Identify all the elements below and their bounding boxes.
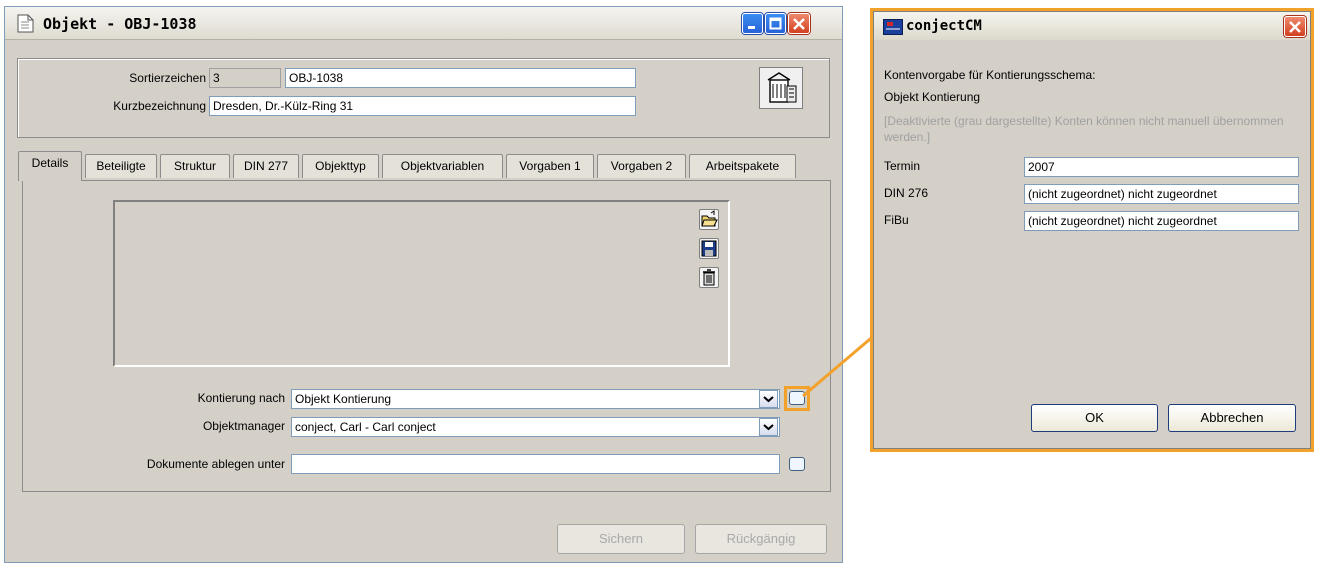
title-bar[interactable]: Objekt - OBJ-1038 — [5, 7, 842, 40]
dialog-schema-name: Objekt Kontierung — [884, 90, 981, 104]
ok-button[interactable]: OK — [1031, 404, 1158, 432]
dialog-title-bar[interactable]: conjectCM — [874, 12, 1310, 40]
app-icon — [883, 19, 903, 35]
chevron-down-icon — [763, 396, 774, 403]
objektmanager-select[interactable]: conject, Carl - Carl conject — [291, 417, 780, 437]
cancel-button[interactable]: Abbrechen — [1168, 404, 1296, 432]
dialog-close-button[interactable] — [1284, 16, 1306, 37]
connector-line — [802, 332, 877, 398]
sortier-label: Sortierzeichen — [129, 71, 206, 85]
kurz-field[interactable]: Dresden, Dr.-Külz-Ring 31 — [209, 96, 636, 116]
fibu-label: FiBu — [884, 213, 909, 227]
header-group: Sortierzeichen 3 OBJ-1038 Kurzbezeichnun… — [17, 58, 830, 138]
dokumente-browse-button[interactable] — [789, 457, 805, 471]
minimize-button[interactable] — [742, 13, 763, 34]
open-image-button[interactable] — [699, 209, 719, 230]
tab-beteiligte[interactable]: Beteiligte — [85, 154, 157, 178]
sortier-field[interactable]: 3 — [209, 68, 281, 88]
fibu-field[interactable]: (nicht zugeordnet) nicht zugeordnet — [1024, 211, 1299, 231]
image-area — [113, 200, 730, 367]
termin-label: Termin — [884, 159, 921, 173]
undo-button[interactable]: Rückgängig — [695, 524, 827, 554]
chevron-down-icon — [763, 424, 774, 431]
tab-vorgaben1[interactable]: Vorgaben 1 — [506, 154, 594, 178]
save-icon — [701, 240, 717, 257]
conjectcm-dialog: conjectCM Kontenvorgabe für Kontierungss… — [870, 8, 1314, 452]
objektmanager-dropdown-button[interactable] — [759, 418, 778, 436]
window-title: Objekt - OBJ-1038 — [43, 15, 197, 33]
maximize-button[interactable] — [765, 13, 786, 34]
tab-struktur[interactable]: Struktur — [160, 154, 230, 178]
trash-icon — [703, 269, 715, 286]
dialog-title: conjectCM — [906, 18, 982, 34]
kontierung-select[interactable]: Objekt Kontierung — [291, 389, 780, 409]
document-icon — [17, 14, 34, 36]
dialog-note: [Deaktivierte (grau dargestellte) Konten… — [884, 114, 1284, 144]
object-window: Objekt - OBJ-1038 Sortierzeichen 3 OBJ-1… — [4, 6, 843, 563]
tab-details[interactable]: Details — [18, 151, 82, 181]
save-image-button[interactable] — [699, 238, 719, 259]
close-button[interactable] — [788, 13, 810, 34]
close-icon — [793, 18, 805, 30]
dokumente-label: Dokumente ablegen unter — [146, 457, 285, 471]
delete-image-button[interactable] — [699, 267, 719, 288]
tab-vorgaben2[interactable]: Vorgaben 2 — [597, 154, 686, 178]
termin-field[interactable]: 2007 — [1024, 157, 1299, 177]
din276-field[interactable]: (nicht zugeordnet) nicht zugeordnet — [1024, 184, 1299, 204]
details-panel: Kontierung nach Objekt Kontierung Objekt… — [22, 180, 831, 492]
dokumente-field[interactable] — [291, 454, 780, 474]
kontierung-dropdown-button[interactable] — [759, 390, 778, 408]
tab-din277[interactable]: DIN 277 — [233, 154, 299, 178]
objektmanager-label: Objektmanager — [202, 419, 285, 433]
kurz-label: Kurzbezeichnung — [113, 99, 206, 113]
building-icon[interactable] — [759, 67, 803, 109]
close-icon — [1289, 21, 1301, 33]
object-number-field[interactable]: OBJ-1038 — [285, 68, 636, 88]
din276-label: DIN 276 — [884, 186, 929, 200]
tab-arbeitspakete[interactable]: Arbeitspakete — [689, 154, 796, 178]
dialog-heading: Kontenvorgabe für Kontierungsschema: — [884, 68, 1096, 82]
minimize-icon — [748, 26, 755, 29]
maximize-icon — [769, 17, 782, 30]
folder-open-icon — [701, 210, 718, 227]
kontierung-label: Kontierung nach — [197, 391, 285, 405]
tab-objekttyp[interactable]: Objekttyp — [302, 154, 379, 178]
tab-objektvariablen[interactable]: Objektvariablen — [382, 154, 503, 178]
save-button[interactable]: Sichern — [557, 524, 685, 554]
